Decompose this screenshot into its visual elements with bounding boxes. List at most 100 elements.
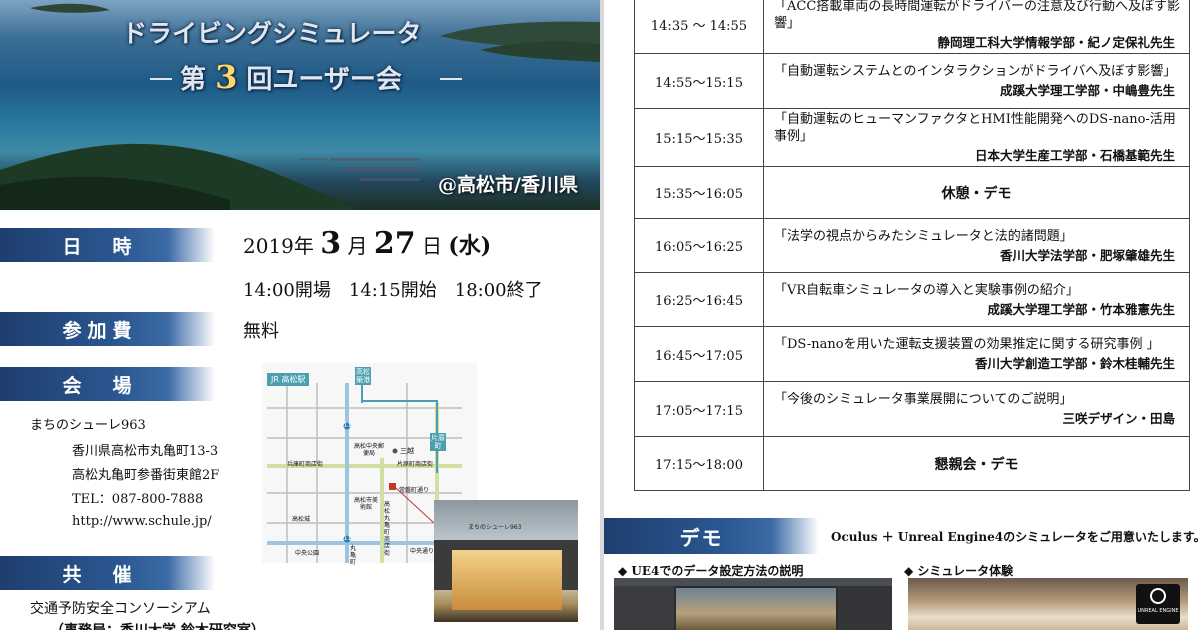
map-label-museum: 高松市美術館 <box>354 497 379 511</box>
program-time: 14:55～15:15 <box>634 53 764 109</box>
fee-value: 無料 <box>243 321 279 342</box>
venue-tel: TEL：087-800-7888 <box>72 492 204 507</box>
venue-address2: 高松丸亀町参番街東館2F <box>72 468 220 483</box>
program-row: 16:45～17:05 「DS-nanoを用いた運転支援装置の効果推定に関する研究… <box>634 326 1190 382</box>
program-time: 17:05～17:15 <box>634 381 764 437</box>
program-speaker: 成蹊大学理工学部・竹本雅憲先生 <box>987 301 1175 317</box>
date-day: 27 <box>373 226 416 261</box>
program-content: 「自動運転のヒューマンファクタとHMI性能開発へのDS-nano-活用事例」日本… <box>763 108 1190 167</box>
map-route-11-north: 11 <box>343 422 352 429</box>
program-time: 16:45～17:05 <box>634 326 764 382</box>
right-page: 14:35 ～ 14:55 「ACC搭載車両の長時間運転がドライバーの注意及び行動… <box>604 0 1200 630</box>
program-content: 「今後のシミュレータ事業展開についてのご説明」三咲デザイン・田島 <box>763 381 1190 437</box>
program-content: 「法学の視点からみたシミュレータと法的諸問題」香川大学法学部・肥塚肇雄先生 <box>763 218 1190 273</box>
date-year: 2019年 <box>243 234 314 258</box>
unreal-logo-panel: UNREAL ENGINE <box>1136 584 1180 624</box>
hero-title-dash-right <box>440 78 462 80</box>
map-label-park: 中央公園 <box>294 550 319 557</box>
program-title: 「法学の視点からみたシミュレータと法的諸問題」 <box>774 228 1073 244</box>
program-time: 15:15～15:35 <box>634 108 764 167</box>
program-row: 16:25～16:45 「VR自転車シミュレータの導入と実験事例の紹介」 成蹊大学理… <box>634 272 1190 327</box>
program-row: 17:05～17:15 「今後のシミュレータ事業展開についてのご説明」 三咲デザイン… <box>634 381 1190 437</box>
program-time: 16:05～16:25 <box>634 218 764 273</box>
program-row: 14:35 ～ 14:55 「ACC搭載車両の長時間運転がドライバーの注意及び行動… <box>634 0 1190 54</box>
hero-photo: ドライビングシミュレータ 第 3 回ユーザー会 @高松市/香川県 <box>0 0 600 210</box>
map-label-arcade: 高松丸亀町商店街 <box>384 501 391 557</box>
cosponsor-office: （事務局：香川大学 鈴木研究室） <box>50 620 265 630</box>
map-label-post: 高松中央郵便局 <box>354 443 385 457</box>
ue4-menubar <box>614 578 892 586</box>
demo-description: Oculus ＋ Unreal Engine4のシミュレータをご用意いたします。 <box>831 530 1200 544</box>
program-title: 「VR自転車シミュレータの導入と実験事例の紹介」 <box>774 282 1079 298</box>
ue4-viewport <box>676 588 836 630</box>
program-time: 14:35 ～ 14:55 <box>634 0 764 54</box>
map-jr-label: JR 高松駅 <box>267 373 310 386</box>
date-weekday: (水) <box>448 233 492 259</box>
datetime-label: 日 時 <box>0 228 215 262</box>
program-speaker: 静岡理工科大学情報学部・紀ノ定保礼先生 <box>937 35 1175 50</box>
program-row: 14:55～15:15 「自動運転システムとのインタラクションがドライバへ及ぼす影… <box>634 53 1190 109</box>
fee-label: 参加費 <box>0 312 215 346</box>
unreal-logo-icon <box>1150 588 1166 604</box>
cosponsor-name: 交通予防安全コンソーシアム <box>30 601 211 617</box>
left-page: ドライビングシミュレータ 第 3 回ユーザー会 @高松市/香川県 日 時 201… <box>0 0 600 630</box>
program-title: 「今後のシミュレータ事業展開についてのご説明」 <box>774 392 1073 407</box>
demo-label: デモ <box>604 518 819 554</box>
map-station-chikko: 高松築港 <box>355 367 371 385</box>
unreal-logo-text: UNREAL ENGINE <box>1137 608 1179 614</box>
program-content: 休憩・デモ <box>763 166 1190 219</box>
program-content: 懇親会・デモ <box>763 436 1190 491</box>
program-row: 16:05～16:25 「法学の視点からみたシミュレータと法的諸問題」 香川大学法学… <box>634 218 1190 273</box>
hero-title-number: 3 <box>215 58 238 96</box>
hero-title-line1: ドライビングシミュレータ <box>122 19 422 48</box>
program-table: 14:35 ～ 14:55 「ACC搭載車両の長時間運転がドライバーの注意及び行動… <box>634 0 1190 491</box>
map-label-marugame: 丸亀町 <box>350 545 357 566</box>
ue4-right-panel <box>838 586 892 630</box>
photo-storefront <box>452 550 562 610</box>
program-time: 15:35～16:05 <box>634 166 764 219</box>
program-title: 「ACC搭載車両の長時間運転がドライバーの注意及び行動へ及ぼす影響」 <box>774 0 1181 31</box>
ue4-left-panel <box>614 586 674 630</box>
hero-title-dash-left <box>150 78 172 80</box>
event-times: 14:00開場 14:15開始 18:00終了 <box>243 280 543 301</box>
hero-title-prefix: 第 <box>180 65 207 95</box>
venue-url[interactable]: http://www.schule.jp/ <box>72 514 212 529</box>
program-content: 「VR自転車シミュレータの導入と実験事例の紹介」成蹊大学理工学部・竹本雅憲先生 <box>763 272 1190 327</box>
program-title: 「DS-nanoを用いた運転支援装置の効果推定に関する研究事例 」 <box>774 337 1160 352</box>
program-row: 15:35～16:05 休憩・デモ <box>634 166 1190 219</box>
map-label-street2: 片原町商店街 <box>397 461 434 468</box>
demo-caption-simulator: ◆ シミュレータ体験 <box>904 564 1014 578</box>
map-label-highway: 中央通り <box>410 548 435 555</box>
simulator-photo: UNREAL ENGINE <box>908 578 1188 630</box>
map-label-mitsukoshi: 三越 <box>400 447 414 455</box>
venue-address1: 香川県高松市丸亀町13-3 <box>72 444 219 459</box>
hero-location: @高松市/香川県 <box>438 174 578 196</box>
program-title: 「自動運転システムとのインタラクションがドライバへ及ぼす影響」 <box>774 64 1177 79</box>
date-day-unit: 日 <box>421 234 442 258</box>
program-title: 「自動運転のヒューマンファクタとHMI性能開発へのDS-nano-活用事例」 <box>774 112 1176 144</box>
cosponsor-label: 共 催 <box>0 556 215 590</box>
map-label-tokiwa: 常磐町通り <box>399 487 430 494</box>
program-speaker: 成蹊大学理工学部・中嶋豊先生 <box>999 83 1175 98</box>
program-content: 「DS-nanoを用いた運転支援装置の効果推定に関する研究事例 」香川大学創造工… <box>763 326 1190 382</box>
date-month: 3 <box>320 226 342 261</box>
hero-title-suffix: 回ユーザー会 <box>246 65 402 95</box>
date-month-unit: 月 <box>347 234 368 258</box>
program-row: 15:15～15:35 「自動運転のヒューマンファクタとHMI性能開発へのDS-n… <box>634 108 1190 167</box>
demo-caption-ue4: ◆ UE4でのデータ設定方法の説明 <box>618 564 804 578</box>
program-speaker: 三咲デザイン・田島 <box>1062 411 1175 426</box>
program-content: 「ACC搭載車両の長時間運転がドライバーの注意及び行動へ及ぼす影響」静岡理工科大… <box>763 0 1190 54</box>
hero-title-line2: 第 3 回ユーザー会 <box>180 58 402 96</box>
venue-label: 会 場 <box>0 367 215 401</box>
program-time: 17:15～18:00 <box>634 436 764 491</box>
venue-name: まちのシューレ963 <box>30 418 146 433</box>
ue4-editor-screenshot <box>614 578 892 630</box>
program-speaker: 日本大学生産工学部・石橋基範先生 <box>974 148 1175 163</box>
program-speaker: 香川大学創造工学部・鈴木桂輔先生 <box>974 356 1175 371</box>
event-date: 2019年 3 月 27 日 (水) <box>243 226 491 261</box>
map-label-street1: 兵庫町商店街 <box>287 461 324 468</box>
program-content: 「自動運転システムとのインタラクションがドライバへ及ぼす影響」成蹊大学理工学部・… <box>763 53 1190 109</box>
map-station-kataharamachi: 片原町 <box>430 433 446 451</box>
program-speaker: 香川大学法学部・肥塚肇雄先生 <box>999 247 1175 263</box>
program-time: 16:25～16:45 <box>634 272 764 327</box>
